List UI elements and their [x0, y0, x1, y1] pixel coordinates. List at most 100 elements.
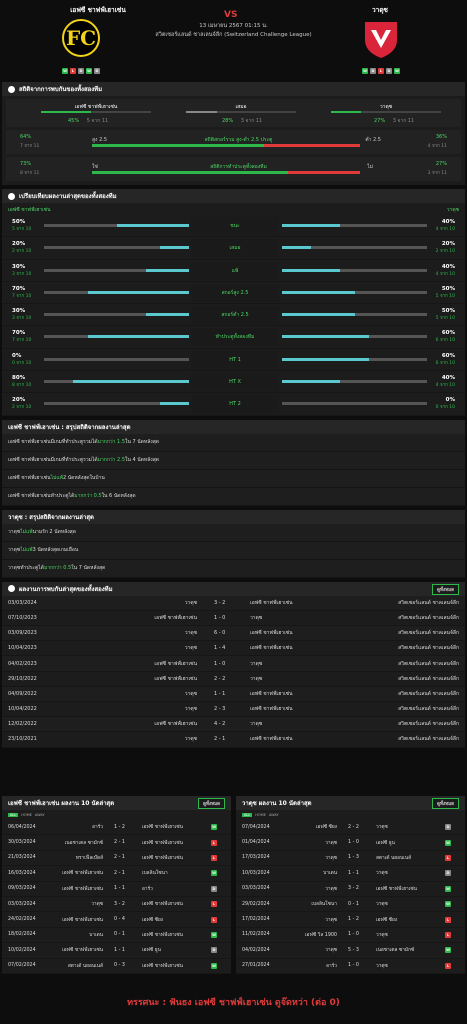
away-team: เอฟซี ชาฟฟ์เฮาเซ่น: [376, 886, 417, 892]
match-header: เอฟซี ชาฟฟ์เฮาเซ่น FC WLDWD VS 13 เมษายน…: [0, 0, 467, 82]
tab-away[interactable]: AWAY: [269, 813, 279, 817]
last10-row[interactable]: 24/02/2024 เอฟซี ชาฟฟ์เฮาเซ่น 0 - 4 เอฟซี ซ…: [2, 912, 231, 928]
cmp-label: HT X: [191, 373, 279, 392]
h2h-match-row[interactable]: 04/02/2023 เอฟซี ชาฟฟ์เฮาเซ่น 1 - 0 วาดุซ สว…: [2, 656, 465, 672]
league[interactable]: สวิตเซอร์แลนด์ ชาลเลนจ์ลีก: [398, 599, 459, 607]
cmp-left-bar: [44, 268, 189, 272]
h2h-match-row[interactable]: 29/10/2022 เอฟซี ชาฟฟ์เฮาเซ่น 2 - 2 วาดุซ สว…: [2, 672, 465, 687]
view-all-button[interactable]: ดูทั้งหมด: [432, 583, 459, 595]
last10-row[interactable]: 07/02/2024 สตาเด้ นยอนเนส์ 0 - 3 เอฟซี ชาฟฟ…: [2, 959, 231, 974]
away-team: เอฟซี ธูน: [142, 948, 161, 954]
h2h-match-row[interactable]: 10/04/2022 วาดุซ 2 - 3 เอฟซี ชาฟฟ์เฮาเซ่น สว…: [2, 702, 465, 718]
league[interactable]: สวิตเซอร์แลนด์ ชาลเลนจ์ลีก: [398, 690, 459, 698]
h2h-list-header: ผลงานการพบกันล่าสุดของทั้งสองทีม ดูทั้งห…: [2, 581, 465, 596]
home-team: เอฟซี ชาฟฟ์เฮาเซ่น: [154, 614, 197, 621]
summary-part: ใน 7 นัดหลังสุด: [71, 565, 106, 572]
away-team: เอฟซี ชาฟฟ์เฮาเซ่น: [142, 855, 183, 861]
last10-row[interactable]: 06/04/2024 อาร์ว 1 - 2 เอฟซี ชาฟฟ์เฮาเซ่น W: [2, 820, 231, 836]
result-badge: W: [211, 870, 217, 877]
h2h-match-row[interactable]: 07/10/2023 เอฟซี ชาฟฟ์เฮาเซ่น 1 - 0 วาดุซ สว…: [2, 611, 465, 627]
last10-row[interactable]: 16/03/2024 เอฟซี ชาฟฟ์เฮาเซ่น 2 - 1 เบลลินโ…: [2, 866, 231, 882]
last10-row[interactable]: 17/02/2024 วาดุซ 1 - 2 เอฟซี ซียง L: [236, 912, 465, 928]
view-all-button[interactable]: ดูทั้งหมด: [198, 798, 225, 809]
h2h-match-row[interactable]: 12/02/2022 เอฟซี ชาฟฟ์เฮาเซ่น 4 - 2 วาดุซ สว…: [2, 717, 465, 733]
home-team: วาดุซ: [184, 630, 197, 637]
summary-part: มีเกมที่ทำประตูรวมได้: [50, 439, 98, 446]
away-win-bar: [331, 111, 441, 113]
comparison-row: 30% 3 จาก 10 แพ้ 40% 4 จาก 10: [2, 260, 465, 282]
last10-row[interactable]: 27/01/2024 อาร์ว 1 - 0 วาดุซ L: [236, 959, 465, 974]
match-date: 30/03/2024: [8, 840, 36, 846]
last10-row[interactable]: 11/02/2024 เอฟซี วิล 1900 1 - 0 วาดุซ L: [236, 928, 465, 944]
last10-row[interactable]: 17/03/2024 วาดุซ 1 - 3 สตาเด้ นยอนเนส์ L: [236, 851, 465, 867]
home-team-name[interactable]: เอฟซี ชาฟฟ์เฮาเซ่น: [38, 5, 158, 15]
league[interactable]: สวิตเซอร์แลนด์ ชาลเลนจ์ลีก: [398, 644, 459, 652]
football-icon: [8, 585, 15, 593]
h2h-match-row[interactable]: 03/03/2024 วาดุซ 3 - 2 เอฟซี ชาฟฟ์เฮาเซ่น สว…: [2, 595, 465, 611]
tab-home[interactable]: HOME: [255, 813, 266, 817]
league[interactable]: สวิตเซอร์แลนด์ ชาลเลนจ์ลีก: [398, 675, 459, 683]
cmp-right-bar: [282, 246, 427, 250]
last10-row[interactable]: 18/02/2024 บาเดน 0 - 1 เอฟซี ชาฟฟ์เฮาเซ่น W: [2, 928, 231, 944]
league[interactable]: สวิตเซอร์แลนด์ ชาลเลนจ์ลีก: [398, 735, 459, 743]
home-team: วาดุซ: [325, 855, 337, 861]
away-team: เอฟซี ชาฟฟ์เฮาเซ่น: [250, 599, 293, 606]
cmp-left-pct: 30%: [12, 263, 26, 270]
view-all-button[interactable]: ดูทั้งหมด: [432, 798, 459, 809]
last10-row[interactable]: 29/02/2024 เบลลินโซนา 0 - 1 วาดุซ W: [236, 897, 465, 913]
h2h-match-row[interactable]: 04/09/2022 วาดุซ 1 - 1 เอฟซี ชาฟฟ์เฮาเซ่น สว…: [2, 686, 465, 702]
last10-row[interactable]: 01/04/2024 วาดุซ 1 - 0 เอฟซี ธูน W: [236, 835, 465, 851]
cmp-left-bar: [44, 357, 189, 361]
cmp-right-count: 6 จาก 10: [435, 360, 455, 366]
summary-row: วาดุซ ทำประตูได้ มากกว่า 0.5 ใน 7 นัดหลั…: [2, 559, 465, 578]
result-badge: L: [445, 931, 451, 938]
match-date: 10/04/2022: [8, 706, 37, 713]
last10-row[interactable]: 10/02/2024 เอฟซี ชาฟฟ์เฮาเซ่น 1 - 1 เอฟซี ธ…: [2, 943, 231, 959]
league[interactable]: สวิตเซอร์แลนด์ ชาลเลนจ์ลีก: [398, 660, 459, 668]
away-team-name[interactable]: วาดุซ: [320, 5, 440, 15]
last10-row[interactable]: 03/03/2024 วาดุซ 3 - 2 เอฟซี ชาฟฟ์เฮาเซ่น W: [236, 882, 465, 897]
tab-all[interactable]: ALL: [8, 813, 19, 817]
last10-row[interactable]: 10/03/2024 บาเดน 1 - 1 วาดุซ D: [236, 866, 465, 882]
score: 6 - 0: [214, 630, 226, 637]
cmp-right-value: 60% 6 จาก 10: [436, 330, 455, 343]
score: 1 - 1: [114, 886, 125, 892]
league[interactable]: สวิตเซอร์แลนด์ ชาลเลนจ์ลีก: [398, 720, 459, 728]
h2h-match-row[interactable]: 10/04/2023 วาดุซ 1 - 4 เอฟซี ชาฟฟ์เฮาเซ่น สว…: [2, 641, 465, 657]
league[interactable]: สวิตเซอร์แลนด์ ชาลเลนจ์ลีก: [398, 614, 459, 622]
league[interactable]: สวิตเซอร์แลนด์ ชาลเลนจ์ลีก: [398, 705, 459, 713]
last10-row[interactable]: 21/03/2024 ทราเฟ็ลเบ๊ดส์ 2 - 1 เอฟซี ชาฟฟ์เ…: [2, 851, 231, 867]
league[interactable]: สวิตเซอร์แลนด์ ชาลเลนจ์ลีก: [398, 629, 459, 637]
away-team: เอฟซี ชาฟฟ์เฮาเซ่น: [250, 645, 293, 652]
summary-part: มากกว่า 0.5: [43, 565, 72, 572]
last10-row[interactable]: 30/03/2024 เนอชาเตล ซามักซ์ 2 - 1 เอฟซี ชาฟ…: [2, 835, 231, 851]
form-badge: L: [378, 68, 384, 74]
cmp-left-bar: [44, 380, 189, 384]
h2h-list-section: ผลงานการพบกันล่าสุดของทั้งสองทีม ดูทั้งห…: [2, 581, 465, 748]
match-date: 16/03/2024: [8, 870, 36, 876]
match-league[interactable]: สวิตเซอร์แลนด์ ชาลเลนจ์ลีก (Switzerland …: [150, 31, 317, 40]
score: 0 - 4: [114, 917, 125, 923]
home-team: เอฟซี ชาฟฟ์เฮาเซ่น: [62, 917, 103, 923]
last10-row[interactable]: 07/04/2024 เอฟซี ซียง 2 - 2 วาดุซ D: [236, 820, 465, 836]
tab-home[interactable]: HOME: [21, 813, 32, 817]
h2h-match-row[interactable]: 23/10/2021 วาดุซ 2 - 1 เอฟซี ชาฟฟ์เฮาเซ่น สว…: [2, 732, 465, 748]
away-form: WDLDW: [362, 68, 400, 74]
cmp-right-pct: 40%: [441, 263, 455, 270]
last10-row[interactable]: 03/03/2024 วาดุซ 3 - 2 เอฟซี ชาฟฟ์เฮาเซ่น L: [2, 897, 231, 913]
tab-all[interactable]: ALL: [242, 813, 253, 817]
h2h-match-row[interactable]: 03/09/2023 วาดุซ 6 - 0 เอฟซี ชาฟฟ์เฮาเซ่น สว…: [2, 626, 465, 642]
cmp-label: สกอร์ต่ำ 2.5: [191, 306, 279, 325]
last10-row[interactable]: 09/03/2024 เอฟซี ชาฟฟ์เฮาเซ่น 1 - 1 อาร์ว D: [2, 882, 231, 897]
away-team: เอฟซี ซียง: [142, 917, 164, 923]
score: 0 - 1: [114, 932, 125, 938]
summary-part: มากกว่า 0.5: [74, 493, 102, 500]
last10-row[interactable]: 04/02/2024 วาดุซ 5 - 3 เนอชาเตล ซามักซ์ W: [236, 943, 465, 959]
home-team: วาดุซ: [184, 690, 197, 697]
away-team: วาดุซ: [376, 963, 388, 969]
form-badge: D: [78, 68, 84, 74]
tab-away[interactable]: AWAY: [35, 813, 45, 817]
cmp-right-value: 40% 4 จาก 10: [436, 219, 455, 232]
cmp-left-count: 3 จาก 10: [12, 316, 32, 322]
match-date: 01/04/2024: [242, 840, 270, 846]
